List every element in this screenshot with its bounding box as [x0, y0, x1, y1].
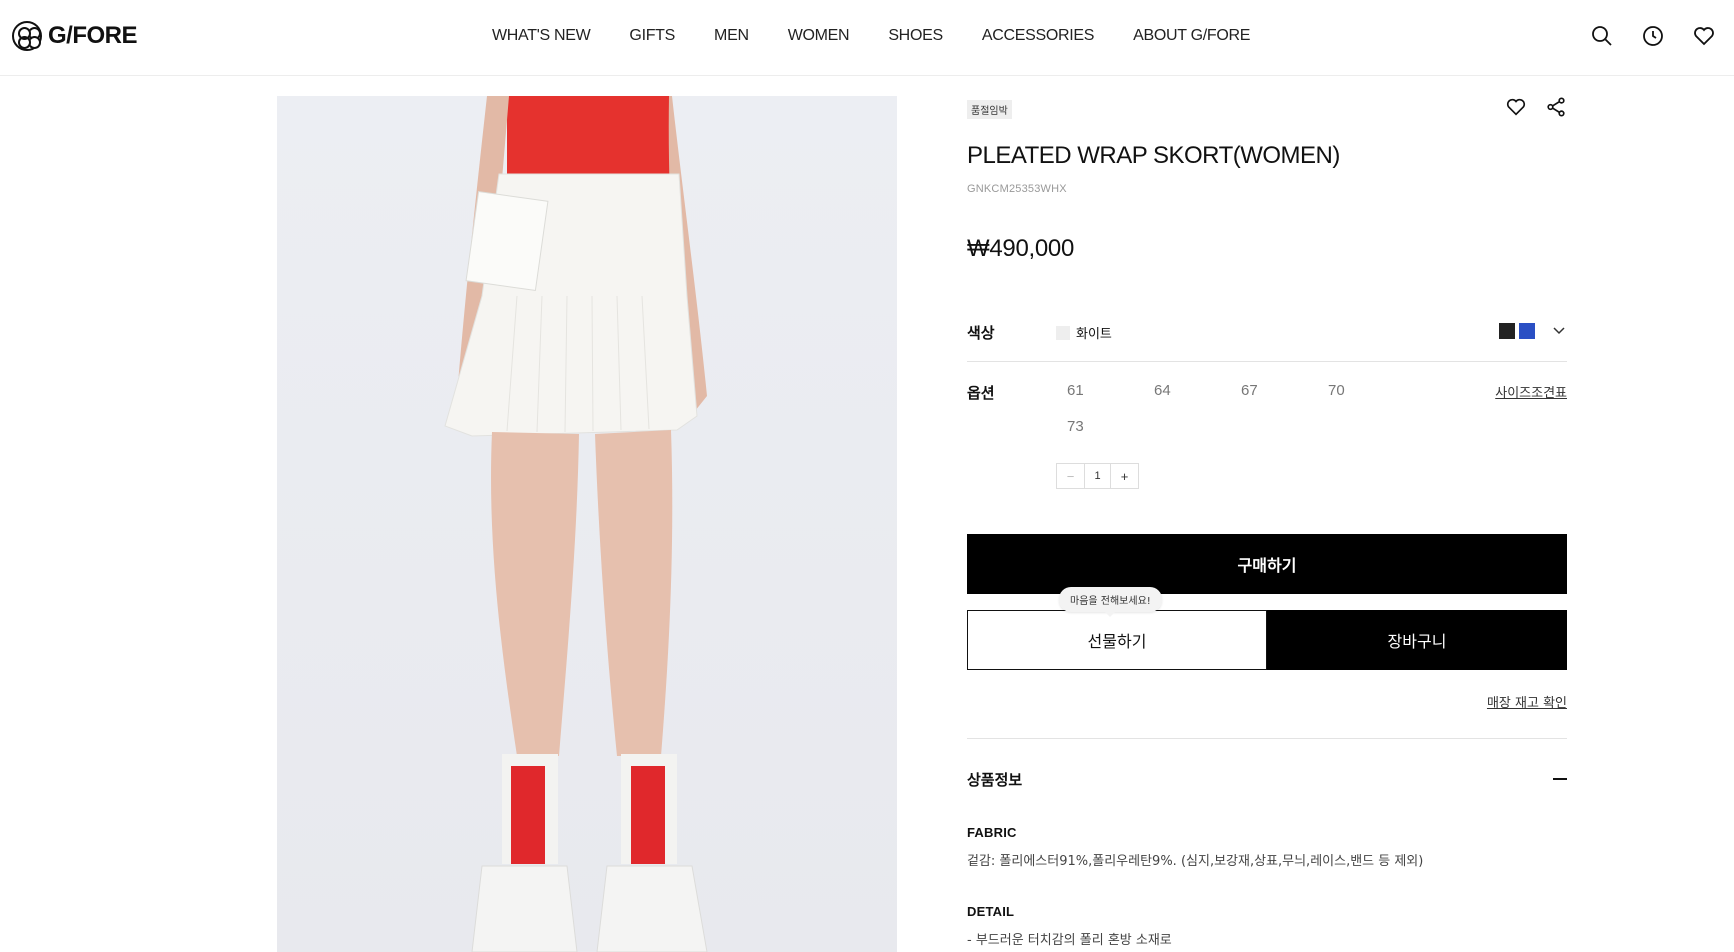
color-swatch-blue[interactable]	[1519, 323, 1535, 339]
brand-logo[interactable]: G/FORE	[12, 21, 138, 51]
color-swatch-black[interactable]	[1499, 323, 1515, 339]
gift-button[interactable]: 선물하기	[967, 610, 1267, 670]
color-option-row: 색상 화이트	[967, 322, 1567, 362]
header-icons	[1590, 24, 1716, 48]
nav-item-about[interactable]: ABOUT G/FORE	[1133, 27, 1250, 45]
red-top	[507, 96, 671, 174]
gift-tooltip: 마음을 전해보세요!	[1059, 587, 1162, 617]
right-shoe	[596, 865, 708, 952]
product-price: ₩490,000	[967, 235, 1075, 262]
fabric-heading: FABRIC	[967, 825, 1017, 840]
history-clock-icon[interactable]	[1641, 24, 1665, 48]
size-option-61[interactable]: 61	[1067, 382, 1154, 400]
product-photo-illustration	[444, 96, 708, 952]
option-label: 옵션	[967, 384, 995, 402]
collapse-minus-icon[interactable]	[1553, 778, 1567, 780]
size-option-73[interactable]: 73	[1067, 418, 1154, 436]
wishlist-heart-icon[interactable]	[1692, 24, 1716, 48]
detail-heading: DETAIL	[967, 904, 1015, 919]
current-color-swatch	[1056, 325, 1070, 340]
current-color-name: 화이트	[1076, 327, 1112, 342]
share-icon[interactable]	[1545, 96, 1567, 118]
color-swatches	[1499, 323, 1567, 339]
left-leg	[491, 432, 579, 756]
nav-item-accessories[interactable]: ACCESSORIES	[982, 27, 1095, 45]
quantity-decrease-button[interactable]: −	[1057, 464, 1084, 488]
size-option-70[interactable]: 70	[1328, 382, 1415, 400]
product-image[interactable]	[277, 96, 897, 952]
size-list: 61 64 67 70 73	[1067, 382, 1427, 436]
left-shoe	[471, 865, 578, 952]
nav-item-whats-new[interactable]: WHAT'S NEW	[492, 27, 591, 45]
quantity-stepper: − 1 +	[1056, 463, 1139, 489]
section-title: 상품정보	[967, 771, 1023, 789]
search-icon[interactable]	[1590, 24, 1614, 48]
nav-item-men[interactable]: MEN	[714, 27, 749, 45]
quantity-value[interactable]: 1	[1084, 464, 1111, 488]
main-nav: WHAT'S NEW GIFTS MEN WOMEN SHOES ACCESSO…	[492, 27, 1250, 45]
divider	[967, 738, 1567, 739]
left-sock-red	[511, 766, 545, 864]
size-guide-link[interactable]: 사이즈조견표	[1495, 382, 1567, 401]
nav-item-shoes[interactable]: SHOES	[888, 27, 943, 45]
buy-now-button[interactable]: 구매하기	[967, 534, 1567, 594]
nav-item-gifts[interactable]: GIFTS	[629, 27, 675, 45]
right-leg	[595, 430, 673, 756]
logo-text: G/FORE	[48, 22, 138, 49]
nav-item-women[interactable]: WOMEN	[788, 27, 850, 45]
product-actions	[1505, 96, 1567, 118]
logo-mark-icon	[12, 21, 42, 51]
color-label: 색상	[967, 324, 995, 342]
detail-text: - 부드러운 터치감의 폴리 혼방 소재로	[967, 933, 1172, 948]
add-to-cart-button[interactable]: 장바구니	[1267, 610, 1567, 670]
right-sock-red	[631, 766, 665, 864]
product-title: PLEATED WRAP SKORT(WOMEN)	[967, 142, 1340, 169]
skirt-pocket	[465, 191, 549, 291]
store-stock-link[interactable]: 매장 재고 확인	[1487, 692, 1567, 711]
status-badge: 품절임박	[967, 100, 1012, 119]
site-header: G/FORE WHAT'S NEW GIFTS MEN WOMEN SHOES …	[0, 0, 1734, 76]
size-option-67[interactable]: 67	[1241, 382, 1328, 400]
wishlist-heart-icon[interactable]	[1505, 96, 1527, 118]
product-sku: GNKCM25353WHX	[967, 183, 1067, 195]
fabric-text: 겉감: 폴리에스터91%,폴리우레탄9%. (심지,보강재,상표,무늬,레이스,…	[967, 854, 1424, 869]
size-option-64[interactable]: 64	[1154, 382, 1241, 400]
chevron-down-icon[interactable]	[1551, 323, 1567, 339]
product-info-section-header[interactable]: 상품정보	[967, 769, 1567, 790]
quantity-increase-button[interactable]: +	[1111, 464, 1138, 488]
current-color: 화이트	[1056, 323, 1112, 342]
